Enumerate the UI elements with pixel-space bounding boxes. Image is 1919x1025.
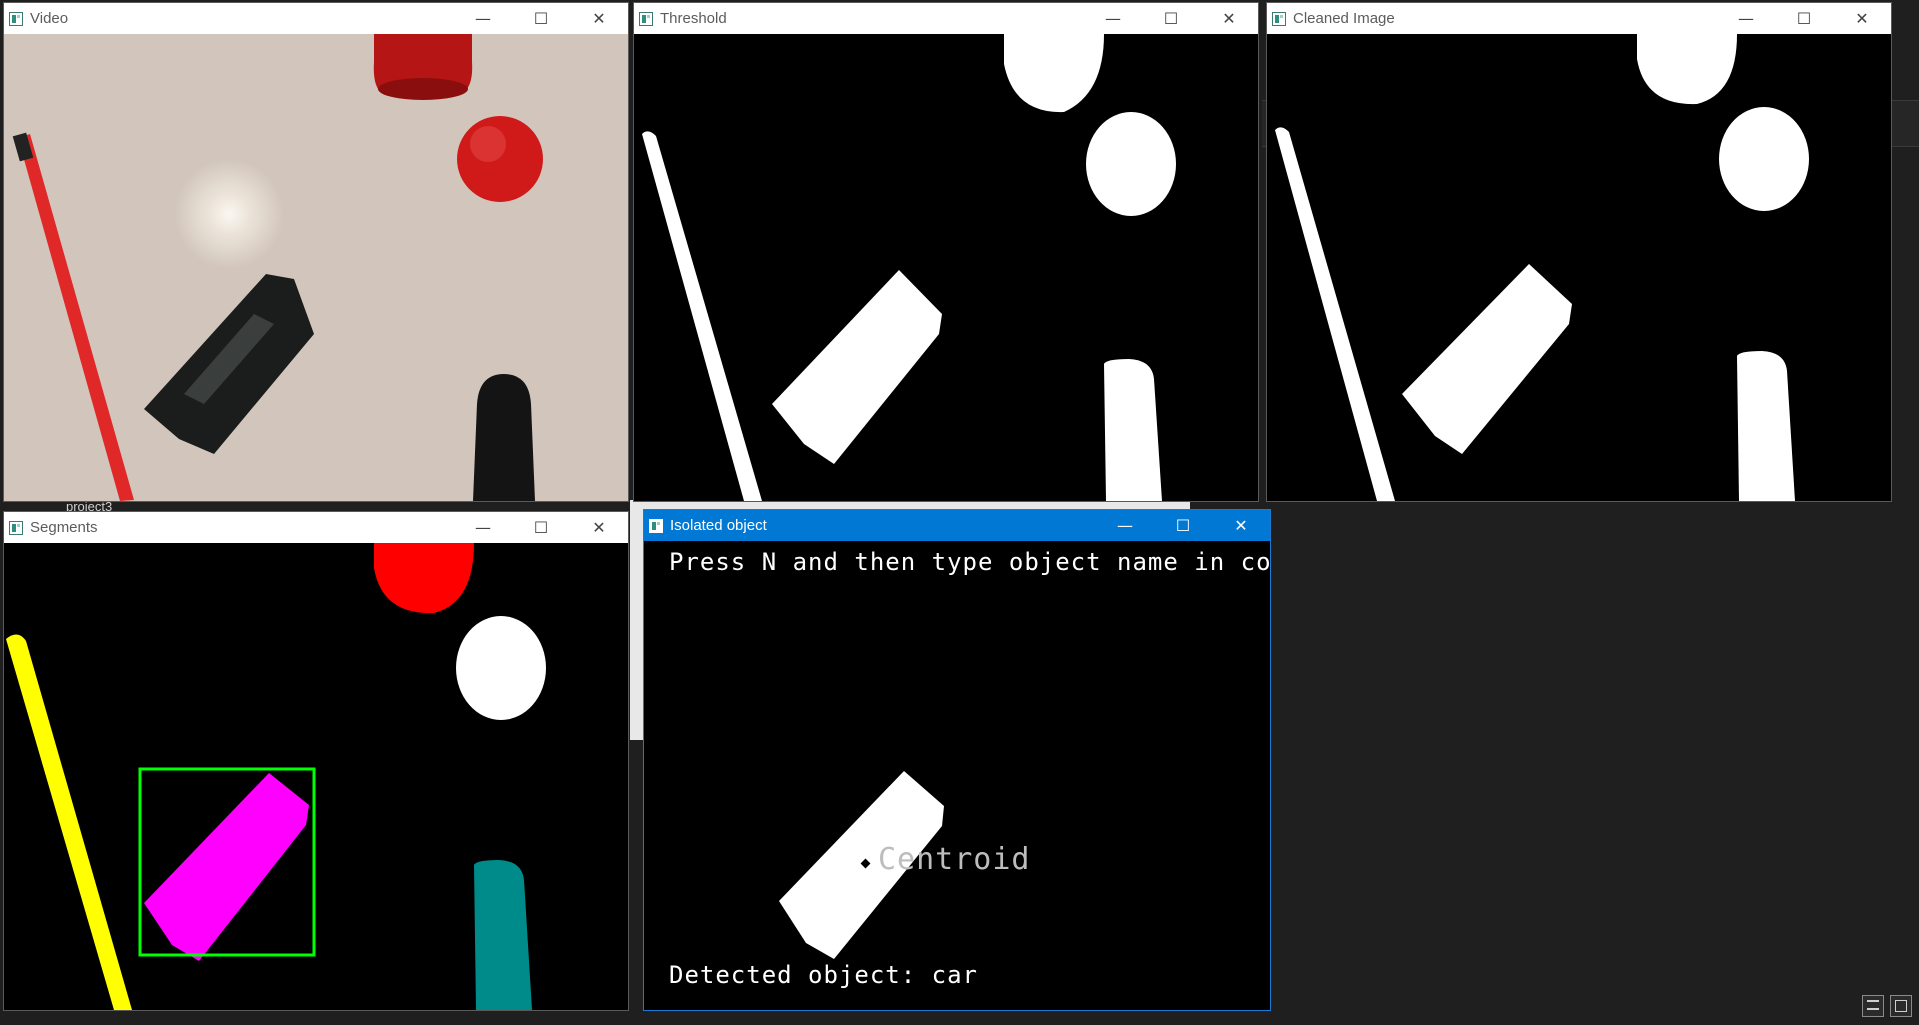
blob-ball <box>1086 112 1176 216</box>
isolated-object-window[interactable]: Isolated object — ☐ ✕ Press N and then t… <box>643 509 1271 1011</box>
segments-frame <box>4 543 628 1010</box>
window-title: Segments <box>30 519 98 536</box>
opencv-window-icon <box>9 520 23 535</box>
centroid-label: Centroid <box>878 842 1031 877</box>
window-title: Threshold <box>660 10 727 27</box>
detected-object-text: Detected object: car <box>669 961 978 989</box>
blob-cup <box>1637 34 1737 105</box>
close-button[interactable]: ✕ <box>1212 510 1270 541</box>
isolated-image <box>779 771 944 959</box>
window-title: Cleaned Image <box>1293 10 1395 27</box>
segment-red <box>374 543 474 614</box>
blob-car <box>772 270 942 464</box>
red-ball <box>457 116 543 202</box>
segments-image <box>6 543 546 1010</box>
view-list-icon[interactable] <box>1862 995 1884 1017</box>
maximize-button[interactable]: ☐ <box>1142 3 1200 34</box>
video-frame <box>4 34 628 501</box>
window-title: Isolated object <box>670 517 767 534</box>
opencv-window-icon <box>649 518 663 533</box>
video-image <box>4 34 628 501</box>
close-button[interactable]: ✕ <box>1833 3 1891 34</box>
threshold-image <box>642 34 1176 501</box>
black-marker <box>473 374 535 501</box>
maximize-button[interactable]: ☐ <box>1154 510 1212 541</box>
isolated-titlebar[interactable]: Isolated object — ☐ ✕ <box>644 510 1270 541</box>
cleaned-frame <box>1267 34 1891 501</box>
segment-teal <box>474 860 532 1010</box>
minimize-button[interactable]: — <box>1096 510 1154 541</box>
blob-marker <box>1104 359 1162 501</box>
maximize-button[interactable]: ☐ <box>512 3 570 34</box>
opencv-window-icon <box>639 11 653 26</box>
window-title: Video <box>30 10 69 27</box>
segments-titlebar[interactable]: Segments — ☐ ✕ <box>4 512 628 543</box>
minimize-button[interactable]: — <box>1084 3 1142 34</box>
close-button[interactable]: ✕ <box>570 3 628 34</box>
blob-car <box>1402 264 1572 454</box>
cleaned-image <box>1275 34 1809 501</box>
cleaned-window[interactable]: Cleaned Image — ☐ ✕ <box>1266 2 1892 502</box>
blob-pencil <box>642 131 762 501</box>
segment-white <box>456 616 546 720</box>
close-button[interactable]: ✕ <box>570 512 628 543</box>
isolated-frame: Press N and then type object name in con… <box>644 541 1270 1010</box>
blob-pencil <box>1275 127 1395 501</box>
minimize-button[interactable]: — <box>454 512 512 543</box>
segment-magenta <box>144 773 309 961</box>
close-button[interactable]: ✕ <box>1200 3 1258 34</box>
segments-window[interactable]: Segments — ☐ ✕ <box>3 511 629 1011</box>
video-titlebar[interactable]: Video — ☐ ✕ <box>4 3 628 34</box>
light-glare <box>174 159 284 269</box>
blob-ball <box>1719 107 1809 211</box>
threshold-titlebar[interactable]: Threshold — ☐ ✕ <box>634 3 1258 34</box>
minimize-button[interactable]: — <box>1717 3 1775 34</box>
opencv-window-icon <box>1272 11 1286 26</box>
opencv-window-icon <box>9 11 23 26</box>
segment-yellow <box>6 634 132 1010</box>
instruction-text: Press N and then type object name in con… <box>669 548 1270 576</box>
maximize-button[interactable]: ☐ <box>512 512 570 543</box>
cleaned-titlebar[interactable]: Cleaned Image — ☐ ✕ <box>1267 3 1891 34</box>
minimize-button[interactable]: — <box>454 3 512 34</box>
blob-marker <box>1737 351 1795 501</box>
blob-cup <box>1004 34 1104 113</box>
view-window-icon[interactable] <box>1890 995 1912 1017</box>
threshold-frame <box>634 34 1258 501</box>
maximize-button[interactable]: ☐ <box>1775 3 1833 34</box>
video-window[interactable]: Video — ☐ ✕ <box>3 2 629 502</box>
threshold-window[interactable]: Threshold — ☐ ✕ <box>633 2 1259 502</box>
